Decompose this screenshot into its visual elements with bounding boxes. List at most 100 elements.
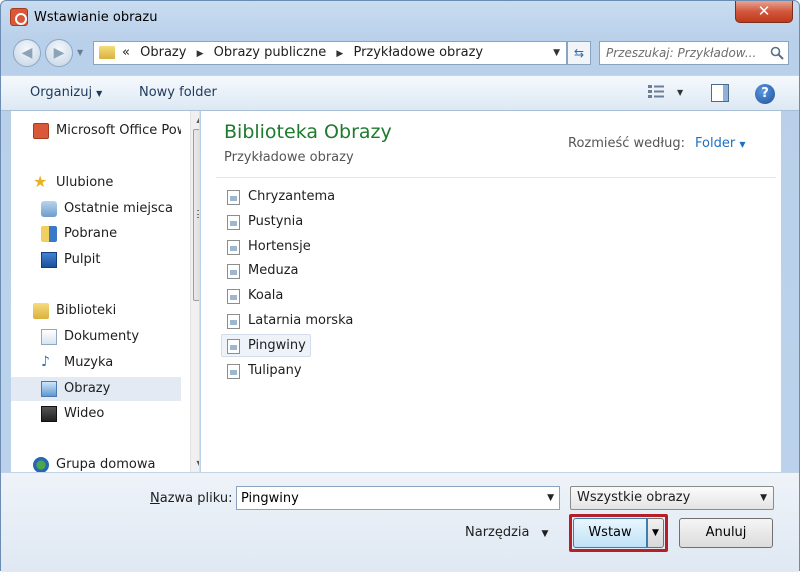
chevron-down-icon: ▼	[77, 48, 84, 57]
breadcrumb-separator-icon[interactable]: ▶	[197, 49, 204, 59]
file-name: Koala	[248, 288, 284, 304]
title-bar[interactable]: Wstawianie obrazu ✕	[1, 1, 799, 35]
file-name: Hortensje	[248, 238, 311, 254]
nav-item-label: Ostatnie miejsca	[64, 201, 173, 216]
nav-item-label: Pulpit	[64, 252, 101, 267]
view-options-dropdown-icon[interactable]: ▼	[677, 88, 683, 97]
breadcrumb-item-sample-pictures[interactable]: Przykładowe obrazy	[353, 45, 483, 60]
preview-pane-icon[interactable]	[711, 84, 729, 102]
organize-button[interactable]: Organizuj ▼	[30, 85, 102, 100]
scrollbar-thumb[interactable]	[193, 129, 199, 301]
breadcrumb: « Obrazy ▶ Obrazy publiczne ▶ Przykładow…	[122, 45, 489, 60]
insert-options-dropdown[interactable]: ▼	[647, 518, 664, 548]
file-name-label-accelerator: N	[150, 491, 160, 506]
file-name-label-text: azwa pliku:	[159, 491, 233, 506]
office-app-icon	[33, 123, 49, 139]
search-icon[interactable]	[770, 46, 784, 60]
file-item[interactable]: Koala	[221, 284, 288, 307]
file-name: Latarnia morska	[248, 313, 354, 328]
nav-item-label: Muzyka	[64, 355, 114, 370]
music-icon: ♪	[41, 354, 50, 370]
file-item[interactable]: Pingwiny	[221, 333, 311, 357]
nav-item-ostatnie-miejsca[interactable]: Ostatnie miejsca	[11, 197, 181, 221]
powerpoint-app-icon	[10, 8, 28, 26]
navigation-scrollbar[interactable]: ▲ ▼	[190, 111, 199, 472]
insert-picture-dialog: Wstawianie obrazu ✕ ◀ ▶ ▼ « Obrazy ▶ Obr…	[0, 0, 800, 572]
image-file-icon	[227, 190, 240, 205]
tools-button[interactable]: Narzędzia ▼	[465, 525, 548, 540]
change-view-icon[interactable]	[647, 84, 665, 100]
nav-item-microsoft-office-powerpoint[interactable]: Microsoft Office PowerPoint	[11, 119, 181, 143]
breadcrumb-overflow[interactable]: «	[122, 45, 130, 60]
chevron-down-icon: ▼	[760, 493, 767, 503]
navigation-pane: Microsoft Office PowerPoint ★ Ulubione Osta…	[11, 111, 200, 472]
nav-item-muzyka[interactable]: ♪ Muzyka	[11, 351, 181, 375]
file-item[interactable]: Latarnia morska	[221, 309, 358, 332]
divider	[216, 177, 776, 178]
image-file-icon	[227, 314, 240, 329]
cancel-button[interactable]: Anuluj	[679, 518, 773, 548]
address-dropdown-icon[interactable]: ▼	[553, 48, 560, 58]
chevron-down-icon: ▼	[652, 528, 659, 538]
video-icon	[41, 406, 57, 422]
file-name-label: Nazwa pliku:	[150, 491, 232, 506]
scroll-up-icon[interactable]: ▲	[191, 111, 199, 128]
organize-label: Organizuj	[30, 85, 93, 100]
nav-item-label: Ulubione	[56, 175, 114, 190]
file-item[interactable]: Pustynia	[221, 210, 308, 233]
nav-item-wideo[interactable]: Wideo	[11, 402, 181, 426]
file-item[interactable]: Hortensje	[221, 235, 316, 258]
downloads-icon	[41, 226, 57, 242]
breadcrumb-separator-icon[interactable]: ▶	[336, 49, 343, 59]
nav-item-label: Grupa domowa	[56, 457, 156, 472]
forward-arrow-icon: ▶	[53, 45, 65, 61]
file-item[interactable]: Meduza	[221, 259, 304, 282]
file-name-input[interactable]	[237, 487, 537, 509]
chevron-down-icon: ▼	[96, 89, 103, 98]
back-button[interactable]: ◀	[13, 39, 41, 67]
refresh-icon: ⇆	[573, 46, 585, 60]
folder-icon	[99, 46, 115, 59]
breadcrumb-item-obrazy[interactable]: Obrazy	[140, 45, 186, 60]
nav-item-obrazy[interactable]: Obrazy	[11, 377, 181, 401]
image-file-icon	[227, 214, 240, 230]
nav-item-pobrane[interactable]: Pobrane	[11, 222, 181, 246]
nav-item-label: Biblioteki	[56, 303, 117, 318]
file-name: Pingwiny	[248, 337, 306, 353]
scroll-down-icon[interactable]: ▼	[191, 455, 199, 472]
close-button[interactable]: ✕	[735, 1, 793, 23]
file-name: Chryzantema	[248, 189, 336, 204]
file-name: Pustynia	[248, 213, 304, 229]
refresh-button[interactable]: ⇆	[567, 41, 591, 65]
nav-item-label: Wideo	[64, 406, 105, 421]
content-pane: Biblioteka Obrazy Przykładowe obrazy Roz…	[201, 111, 781, 472]
file-item[interactable]: Tulipany	[221, 359, 307, 382]
file-item[interactable]: Chryzantema	[221, 185, 340, 208]
nav-item-dokumenty[interactable]: Dokumenty	[11, 325, 181, 349]
file-type-filter[interactable]: Wszystkie obrazy ▼	[570, 486, 774, 510]
arrange-by-dropdown[interactable]: Folder ▼	[695, 136, 745, 151]
chevron-down-icon: ▼	[541, 529, 549, 539]
forward-button[interactable]: ▶	[45, 39, 73, 67]
nav-item-biblioteki[interactable]: Biblioteki	[11, 299, 181, 323]
new-folder-button[interactable]: Nowy folder	[139, 85, 217, 100]
nav-item-pulpit[interactable]: Pulpit	[11, 248, 181, 272]
arrange-by-label: Rozmieść według:	[568, 136, 685, 151]
library-subtitle: Przykładowe obrazy	[224, 150, 354, 165]
grip-icon	[197, 210, 199, 218]
chevron-down-icon[interactable]: ▼	[547, 493, 554, 503]
file-name-combobox: ▼	[236, 486, 560, 510]
star-icon: ★	[33, 172, 48, 191]
image-file-icon	[227, 289, 240, 305]
breadcrumb-item-public-pictures[interactable]: Obrazy publiczne	[214, 45, 327, 60]
nav-item-grupa-domowa[interactable]: Grupa domowa	[11, 453, 181, 472]
recent-pages-dropdown[interactable]: ▼	[77, 48, 83, 57]
recent-places-icon	[41, 201, 57, 217]
nav-item-ulubione[interactable]: ★ Ulubione	[11, 171, 181, 195]
address-bar[interactable]: « Obrazy ▶ Obrazy publiczne ▶ Przykładow…	[93, 41, 567, 65]
documents-icon	[41, 329, 57, 345]
insert-button[interactable]: Wstaw	[573, 518, 647, 548]
image-file-icon	[227, 264, 240, 280]
help-icon[interactable]: ?	[755, 84, 775, 104]
search-input[interactable]	[600, 42, 768, 64]
